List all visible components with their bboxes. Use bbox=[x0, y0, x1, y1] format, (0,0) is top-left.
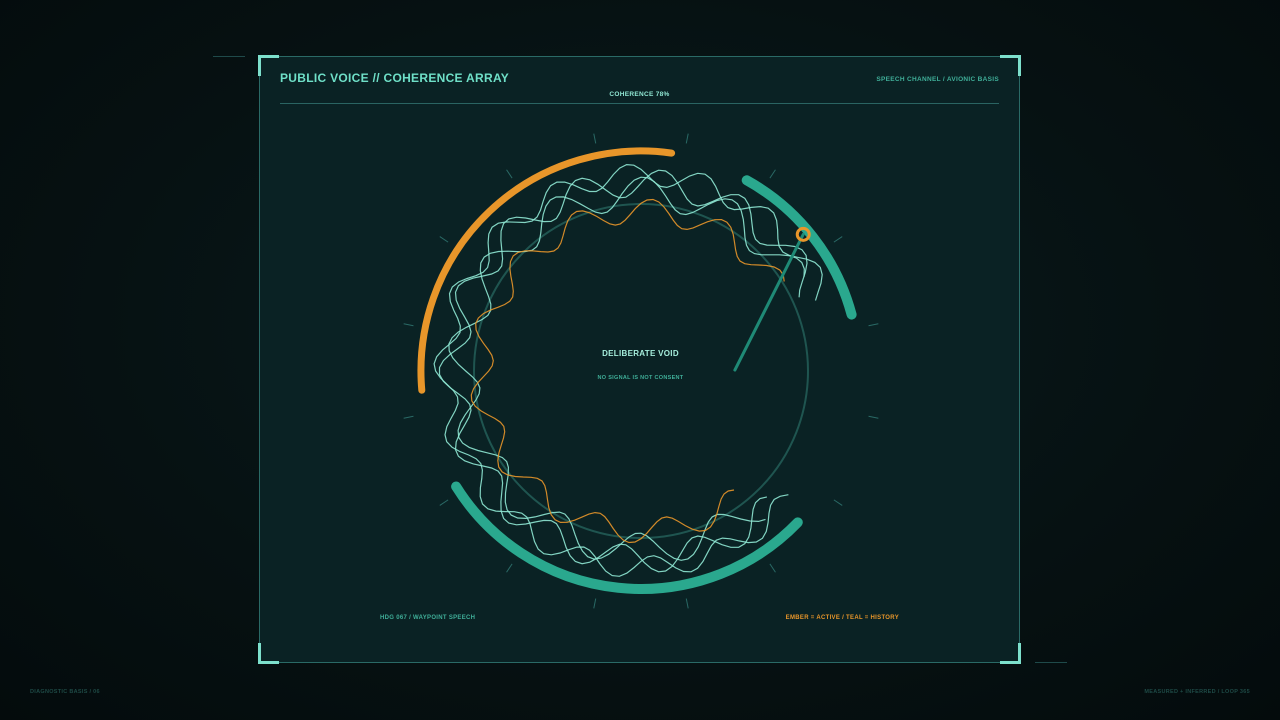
dial-tick bbox=[769, 169, 776, 179]
dial-tick bbox=[403, 323, 414, 327]
page-footer-left: DIAGNOSTIC BASIS / 06 bbox=[30, 689, 100, 695]
history-waveform-trace bbox=[438, 169, 808, 573]
dial-tick bbox=[685, 133, 689, 144]
center-title: DELIBERATE VOID bbox=[602, 349, 679, 358]
dial-tick bbox=[439, 236, 449, 243]
center-subtitle: NO SIGNAL IS NOT CONSENT bbox=[597, 375, 684, 381]
dial-tick bbox=[506, 563, 513, 573]
dial-tick bbox=[439, 499, 449, 506]
dial-tick bbox=[833, 499, 843, 506]
legend-label: EMBER = ACTIVE / TEAL = HISTORY bbox=[785, 615, 899, 621]
coherence-panel: PUBLIC VOICE // COHERENCE ARRAY SPEECH C… bbox=[258, 55, 1021, 664]
dial-tick bbox=[403, 415, 414, 419]
dial-tick bbox=[868, 415, 879, 419]
dial-tick bbox=[593, 133, 597, 144]
history-waveform-trace bbox=[448, 176, 805, 561]
dial-tick bbox=[593, 598, 597, 609]
dial-tick bbox=[833, 236, 843, 243]
frame-tick-top-left bbox=[213, 56, 245, 57]
waveform-traces bbox=[433, 163, 823, 577]
coherence-dial bbox=[403, 133, 879, 609]
page-footer-right: MEASURED + INFERRED / LOOP 365 bbox=[1144, 689, 1250, 695]
history-waveform-trace bbox=[433, 163, 823, 577]
dial-tick bbox=[506, 169, 513, 179]
dial-tick bbox=[685, 598, 689, 609]
heading-label: HDG 067 / WAYPOINT SPEECH bbox=[380, 615, 476, 621]
dial-tick bbox=[769, 563, 776, 573]
dial-tick bbox=[868, 323, 879, 327]
active-waveform-trace bbox=[470, 198, 785, 544]
frame-tick-bottom-right bbox=[1035, 662, 1067, 663]
